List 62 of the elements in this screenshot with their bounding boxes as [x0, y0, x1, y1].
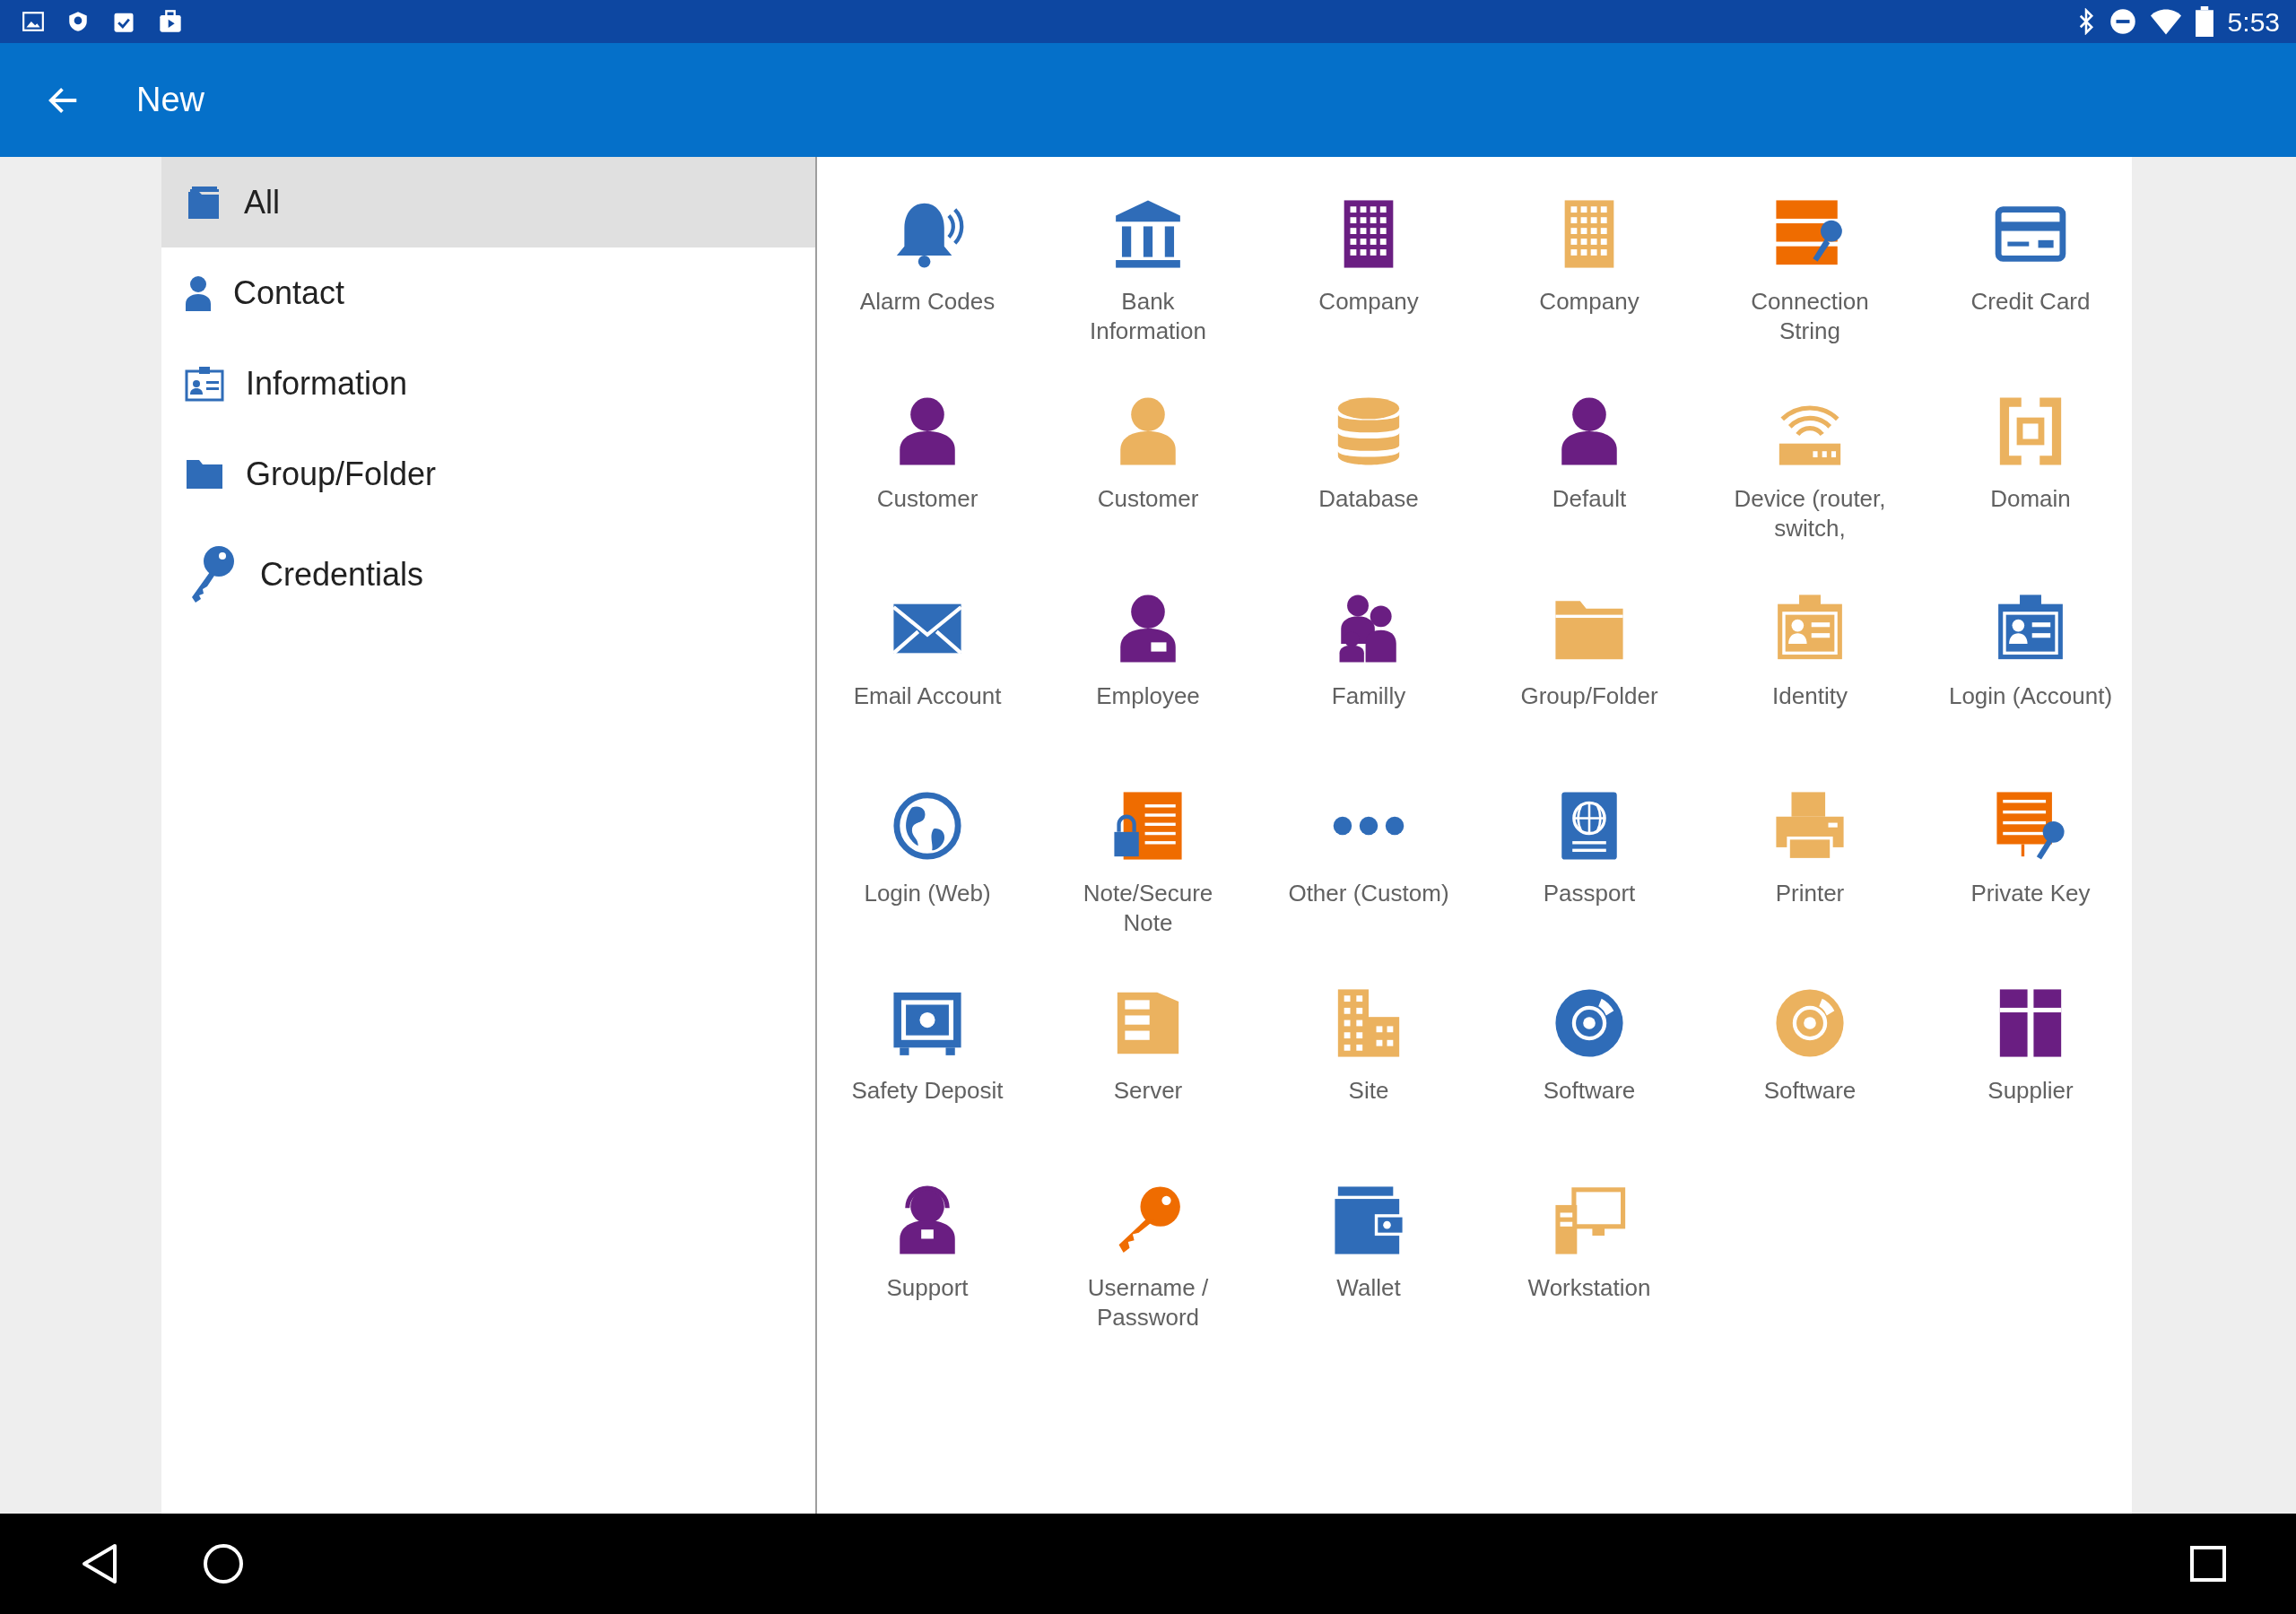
locked-note-icon[interactable] [1111, 789, 1185, 863]
item-label[interactable]: Wallet [1336, 1273, 1401, 1303]
item-label[interactable]: Note/Secure Note [1083, 879, 1213, 938]
item-label[interactable]: Safety Deposit [851, 1076, 1004, 1106]
item-label[interactable]: Employee [1096, 681, 1200, 711]
item-label[interactable]: Company [1539, 287, 1639, 317]
item-label[interactable]: Username / Password [1087, 1273, 1209, 1332]
item-label[interactable]: Supplier [1987, 1076, 2074, 1106]
item-label[interactable]: Database [1318, 484, 1419, 514]
image-icon [22, 10, 45, 33]
item-label[interactable]: Site [1348, 1076, 1389, 1106]
item-label[interactable]: Device (router, switch, [1734, 484, 1886, 543]
item-label[interactable]: Passport [1543, 879, 1636, 908]
sidebar-label: All [244, 182, 280, 222]
sidebar-item[interactable]: Information [161, 338, 815, 429]
sidebar-label: Credentials [260, 555, 424, 594]
item-label[interactable]: Customer [876, 484, 978, 514]
clock-time: 5:53 [2227, 5, 2280, 39]
item-label[interactable]: Workstation [1527, 1273, 1651, 1303]
shield-icon [66, 10, 90, 33]
globe-icon[interactable] [891, 789, 964, 863]
item-label[interactable]: Software [1543, 1076, 1636, 1106]
item-label[interactable]: Bank Information [1089, 287, 1207, 346]
item-label[interactable]: Server [1113, 1076, 1183, 1106]
item-label[interactable]: Login (Web) [864, 879, 991, 908]
sidebar-item[interactable]: Credentials [161, 519, 815, 630]
item-label[interactable]: Default [1552, 484, 1627, 514]
sidebar-label: Group/Folder [246, 454, 437, 494]
folder-icon [185, 457, 224, 490]
person-icon [185, 274, 212, 311]
sidebar-label: Information [246, 363, 408, 404]
item-label[interactable]: Customer [1097, 484, 1199, 514]
item-label[interactable]: Login (Account) [1948, 681, 2113, 711]
item-label[interactable]: Private Key [1970, 879, 2091, 908]
sidebar-item[interactable]: Contact [161, 247, 815, 338]
item-label[interactable]: Printer [1775, 879, 1845, 908]
back-triangle-icon[interactable] [81, 1543, 118, 1584]
sidebar-item[interactable]: All [161, 157, 815, 247]
do-not-disturb-icon [2109, 8, 2136, 35]
id-card-icon [185, 365, 224, 402]
item-label[interactable]: Company [1318, 287, 1419, 317]
disc-icon[interactable] [1552, 986, 1626, 1060]
item-label[interactable]: Support [886, 1273, 969, 1303]
item-label[interactable]: Software [1763, 1076, 1857, 1106]
item-label[interactable]: Credit Card [1970, 287, 2091, 317]
wifi-icon [2150, 8, 2181, 35]
sidebar-item[interactable]: Group/Folder [161, 429, 815, 519]
sidebar-label: Contact [233, 273, 345, 313]
item-label[interactable]: Connection String [1751, 287, 1869, 346]
item-label[interactable]: Other (Custom) [1288, 879, 1449, 908]
battery-icon [2195, 6, 2213, 37]
home-circle-icon[interactable] [203, 1543, 244, 1584]
screen-title: New [136, 80, 205, 120]
briefcase-icon [158, 9, 183, 34]
item-label[interactable]: Email Account [853, 681, 1002, 711]
item-label[interactable]: Identity [1772, 681, 1848, 711]
item-label[interactable]: Alarm Codes [859, 287, 996, 317]
recents-square-icon[interactable] [2190, 1546, 2226, 1582]
item-label[interactable]: Group/Folder [1520, 681, 1658, 711]
item-label[interactable]: Domain [1990, 484, 2071, 514]
item-label[interactable]: Familly [1331, 681, 1406, 711]
wallet-icon[interactable] [1332, 1184, 1405, 1257]
